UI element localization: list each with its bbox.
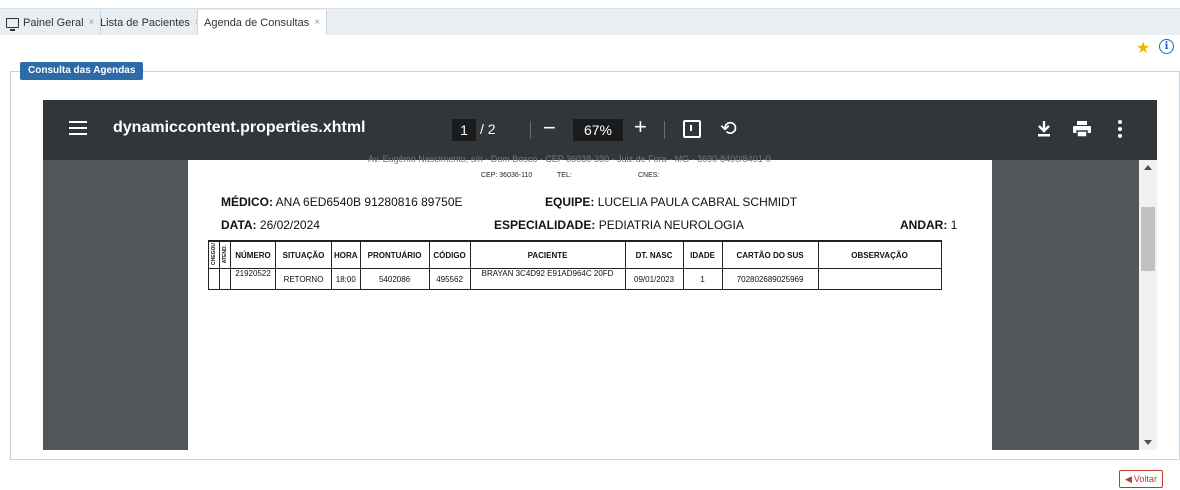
tab-bar: Painel Geral × Lista de Pacientes × Agen… (0, 8, 1180, 35)
zoom-in-button[interactable]: + (634, 114, 647, 140)
cell-dt-nasc: 09/01/2023 (624, 268, 684, 290)
table-header-row: CHEGOU ATEND. NÚMERO SITUAÇÃO HORA PRONT… (208, 240, 942, 269)
medico-value: ANA 6ED6540B 91280816 89750E (275, 195, 463, 209)
more-options-icon[interactable] (1118, 120, 1122, 141)
cell-paciente: BRAYAN 3C4D92 E91AD964C 20FD (469, 268, 626, 290)
cell-numero: 21920522 (230, 268, 276, 290)
especialidade-label: ESPECIALIDADE: (494, 218, 596, 232)
download-icon[interactable] (1037, 121, 1051, 142)
zoom-out-button[interactable]: − (543, 115, 556, 141)
page-number-input[interactable]: 1 (452, 119, 476, 141)
close-icon[interactable]: × (314, 17, 320, 28)
andar-label: ANDAR: (900, 218, 948, 232)
equipe-value: LUCELIA PAULA CABRAL SCHMIDT (597, 195, 798, 209)
fit-page-icon[interactable] (683, 120, 701, 138)
column-header: ATEND. (219, 240, 231, 269)
rotate-icon[interactable]: ⟲ (720, 116, 737, 141)
medico-label: MÉDICO: (221, 195, 273, 209)
pdf-toolbar: dynamiccontent.properties.xhtml 1 / 2 − … (43, 100, 1157, 160)
data-label: DATA: (221, 218, 257, 232)
tab-lista-de-pacientes[interactable]: Lista de Pacientes × (94, 10, 208, 35)
column-header: DT. NASC (624, 240, 684, 269)
cell-codigo: 495562 (428, 268, 471, 290)
divider (10, 459, 1178, 460)
toolbar-divider (664, 121, 665, 139)
column-header: IDADE (682, 240, 723, 269)
page-total: / 2 (480, 121, 496, 137)
voltar-button[interactable]: ◀ Voltar (1119, 470, 1163, 488)
back-arrow-icon: ◀ (1125, 474, 1132, 484)
medico-line: MÉDICO: ANA 6ED6540B 91280816 89750E (221, 195, 463, 209)
tab-label: Lista de Pacientes (100, 16, 190, 29)
andar-line: ANDAR: 1 (900, 218, 957, 232)
scroll-thumb[interactable] (1141, 207, 1155, 271)
column-header: CARTÃO DO SUS (721, 240, 819, 269)
cell-prontuario: 5402086 (359, 268, 430, 290)
column-header: CÓDIGO (428, 240, 471, 269)
cell-idade: 1 (682, 268, 723, 290)
monitor-icon (6, 17, 19, 31)
table-row: 21920522 RETORNO 18:00 5402086 495562 BR… (208, 268, 942, 290)
cell-cartao-sus: 702802689025969 (721, 268, 819, 290)
equipe-line: EQUIPE: LUCELIA PAULA CABRAL SCHMIDT (545, 195, 797, 209)
menu-icon[interactable] (69, 121, 87, 139)
tab-label: Painel Geral (23, 16, 84, 29)
report-cep: CEP: 36036-110 (481, 172, 533, 179)
report-cnes: CNES: (638, 172, 660, 179)
report-tel: TEL: (557, 172, 572, 179)
especialidade-value: PEDIATRIA NEUROLOGIA (598, 218, 744, 232)
column-header: SITUAÇÃO (275, 240, 332, 269)
column-header: OBSERVAÇÃO (817, 240, 942, 269)
data-line: DATA: 26/02/2024 (221, 218, 320, 232)
tab-painel-geral[interactable]: Painel Geral × (0, 10, 102, 35)
column-header: PRONTUÁRIO (359, 240, 430, 269)
document-title: dynamiccontent.properties.xhtml (113, 119, 366, 136)
especialidade-line: ESPECIALIDADE: PEDIATRIA NEUROLOGIA (494, 218, 744, 232)
info-icon[interactable]: i (1159, 39, 1174, 54)
scroll-down-icon[interactable] (1144, 440, 1152, 445)
scroll-up-icon[interactable] (1144, 165, 1152, 170)
pdf-viewer: dynamiccontent.properties.xhtml 1 / 2 − … (43, 100, 1157, 450)
cell-hora: 18:00 (331, 268, 361, 290)
column-header: NÚMERO (230, 240, 276, 269)
toolbar-divider (530, 121, 531, 139)
tab-label: Agenda de Consultas (204, 16, 310, 29)
print-icon[interactable] (1073, 121, 1091, 142)
cell-chegou (208, 268, 220, 290)
cell-situacao: RETORNO (275, 268, 332, 290)
column-header: PACIENTE (469, 240, 626, 269)
andar-value: 1 (950, 218, 958, 232)
appointments-table: CHEGOU ATEND. NÚMERO SITUAÇÃO HORA PRONT… (208, 240, 942, 290)
report-address: Av. Eugênio Nascimento, s/n - Dom Bosco … (368, 154, 771, 164)
data-value: 26/02/2024 (259, 218, 320, 232)
equipe-label: EQUIPE: (545, 195, 595, 209)
cell-observacao (817, 268, 942, 290)
favorite-star-icon[interactable]: ★ (1136, 38, 1150, 58)
column-header: CHEGOU (208, 240, 220, 269)
tab-agenda-de-consultas[interactable]: Agenda de Consultas × (197, 10, 328, 35)
section-title-button[interactable]: Consulta das Agendas (20, 62, 144, 80)
vertical-scrollbar[interactable] (1139, 160, 1157, 450)
column-header: HORA (331, 240, 361, 269)
pdf-page: Av. Eugênio Nascimento, s/n - Dom Bosco … (188, 154, 992, 450)
cell-atend (219, 268, 231, 290)
voltar-label: Voltar (1133, 474, 1157, 484)
zoom-level-input[interactable]: 67% (573, 119, 623, 141)
